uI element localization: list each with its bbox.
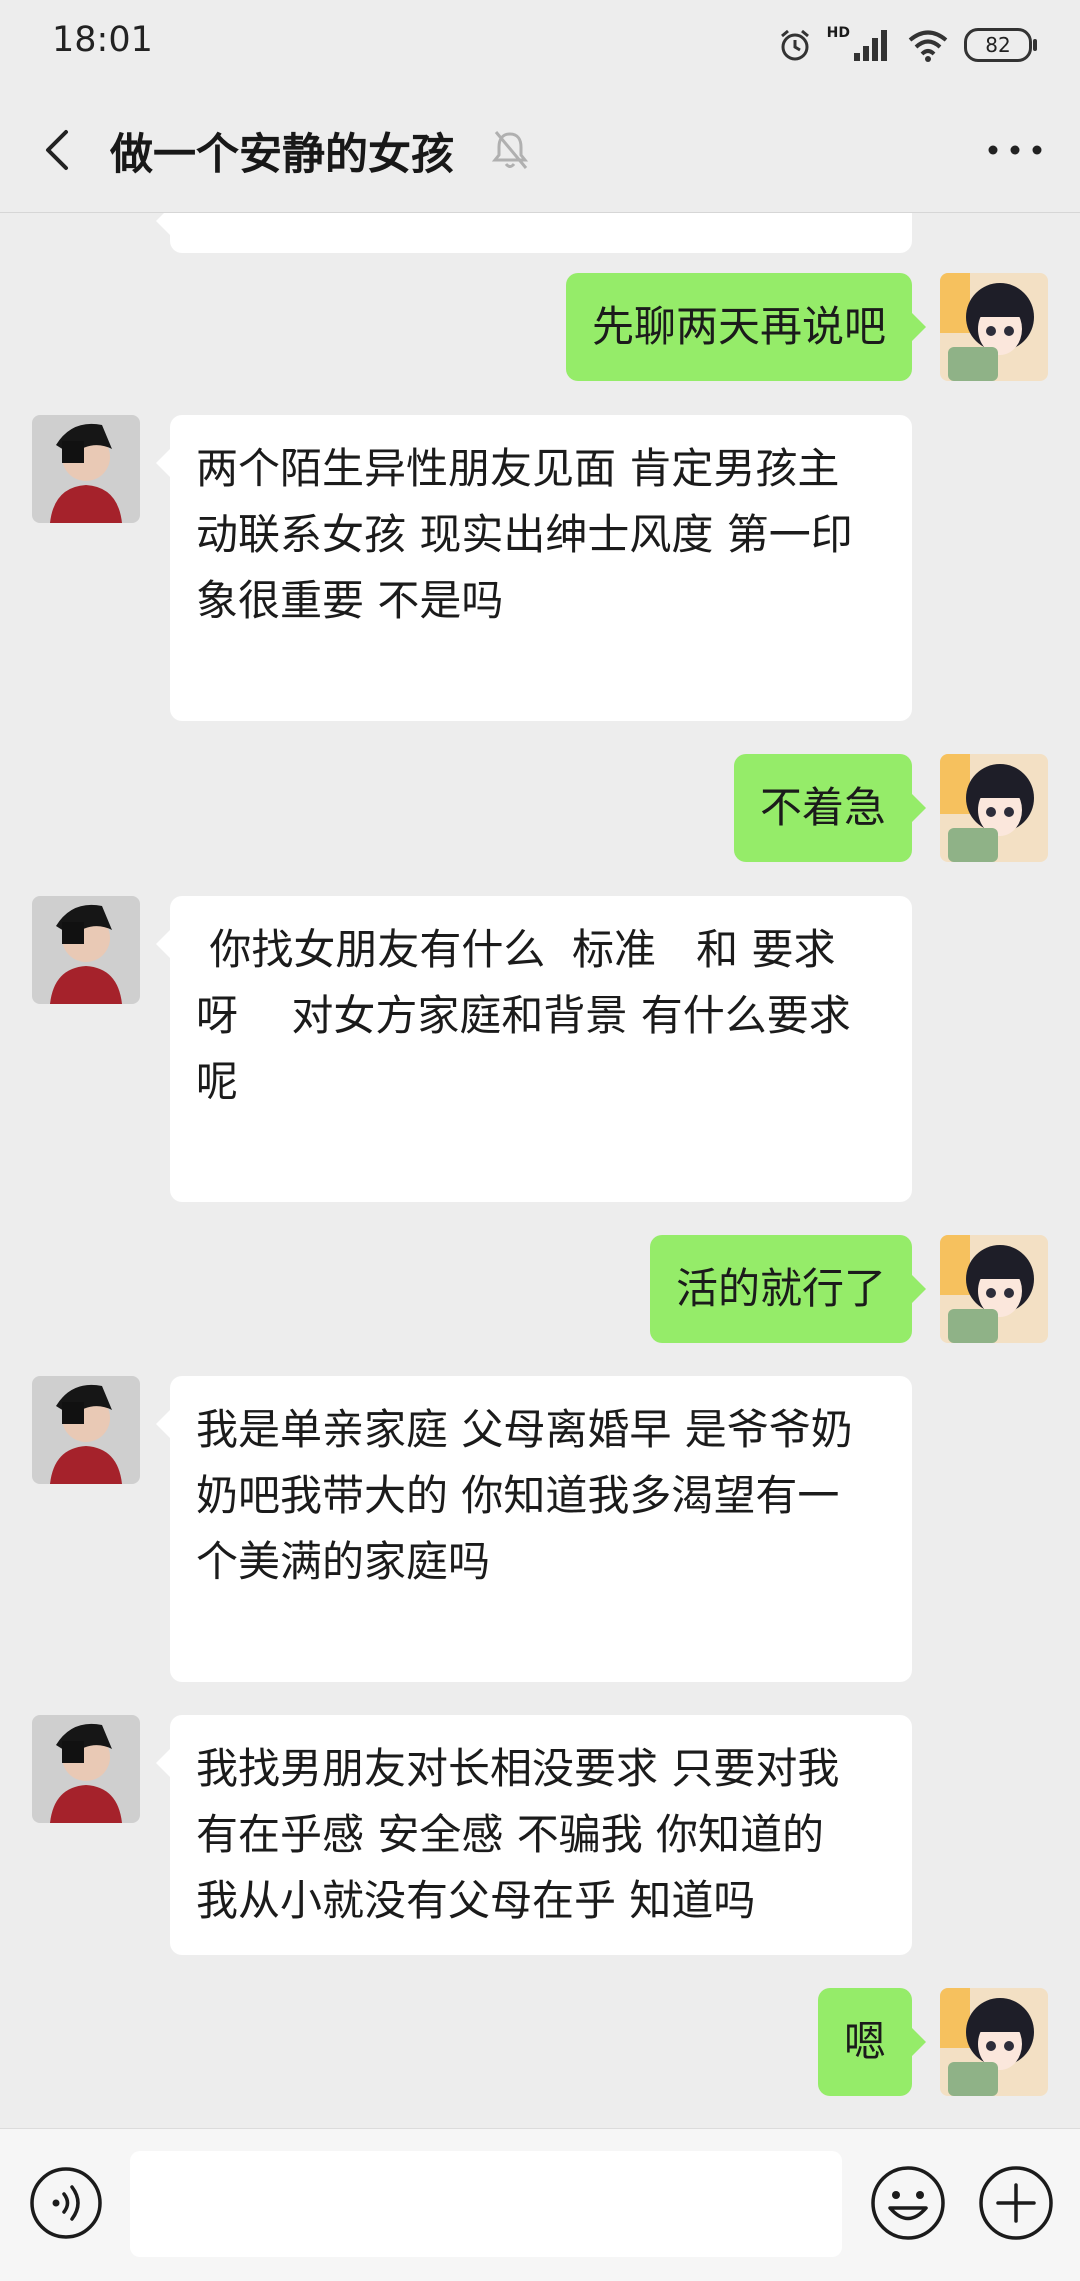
message-bubble-outgoing[interactable]: 活的就行了 bbox=[649, 1235, 927, 1343]
more-options-icon[interactable] bbox=[980, 118, 1050, 182]
message-input[interactable] bbox=[130, 2151, 842, 2257]
chat-area[interactable]: 先聊两天再说吧 两个陌生异性朋友见面 肯定男孩主 动联系女孩 现实出绅士风度 第… bbox=[0, 213, 1080, 2128]
message-bubble-incoming[interactable]: 你找女朋友有什么 标准 和 要求 呀 对女方家庭和背景 有什么要求 呢 bbox=[156, 896, 912, 1202]
message-text: 不着急 bbox=[759, 783, 886, 832]
my-avatar[interactable] bbox=[940, 1988, 1048, 2096]
chat-title: 做一个安静的女孩 bbox=[110, 130, 454, 180]
status-icons: HD 82 bbox=[777, 20, 1037, 70]
message-line: 奶吧我带大的 你知道我多渴望有一 bbox=[196, 1471, 840, 1520]
my-avatar[interactable] bbox=[940, 273, 1048, 381]
my-avatar[interactable] bbox=[940, 1235, 1048, 1343]
voice-input-icon[interactable] bbox=[28, 2165, 104, 2241]
message-line: 个美满的家庭吗 bbox=[196, 1537, 491, 1586]
message-bubble-outgoing[interactable]: 不着急 bbox=[733, 754, 927, 862]
message-text: 活的就行了 bbox=[675, 1264, 886, 1313]
signal-icon bbox=[854, 30, 887, 61]
wifi-icon bbox=[908, 30, 948, 62]
status-time: 18:01 bbox=[52, 20, 153, 60]
message-text: 先聊两天再说吧 bbox=[591, 302, 886, 351]
battery-indicator: 82 bbox=[964, 28, 1037, 62]
message-line: 动联系女孩 现实出绅士风度 第一印 bbox=[196, 510, 853, 559]
message-bubble-outgoing[interactable]: 嗯 bbox=[817, 1988, 927, 2096]
back-arrow-icon[interactable] bbox=[30, 118, 90, 182]
mute-bell-icon bbox=[491, 131, 529, 169]
message-bubble-incoming[interactable]: 两个陌生异性朋友见面 肯定男孩主 动联系女孩 现实出绅士风度 第一印 象很重要 … bbox=[156, 415, 912, 721]
contact-avatar[interactable] bbox=[32, 896, 140, 1004]
contact-avatar[interactable] bbox=[32, 1376, 140, 1484]
message-line: 有在乎感 安全感 不骗我 你知道的 bbox=[196, 1810, 825, 1859]
message-line: 呢 bbox=[196, 1057, 239, 1106]
message-line: 我从小就没有父母在乎 知道吗 bbox=[196, 1876, 756, 1925]
message-line: 你找女朋友有什么 标准 和 要求 bbox=[196, 925, 836, 974]
message-line: 呀 对女方家庭和背景 有什么要求 bbox=[196, 991, 851, 1040]
contact-avatar[interactable] bbox=[32, 1715, 140, 1823]
message-bubble-outgoing[interactable]: 先聊两天再说吧 bbox=[565, 273, 927, 381]
chat-header: 做一个安静的女孩 bbox=[0, 90, 1080, 213]
message-line: 我是单亲家庭 父母离婚早 是爷爷奶 bbox=[196, 1405, 853, 1454]
status-bar: 18:01 HD 82 bbox=[0, 0, 1080, 90]
message-bubble-incoming[interactable]: 我是单亲家庭 父母离婚早 是爷爷奶 奶吧我带大的 你知道我多渴望有一 个美满的家… bbox=[156, 1376, 912, 1682]
add-more-icon[interactable] bbox=[976, 2163, 1056, 2243]
previous-message-bubble bbox=[156, 213, 912, 253]
network-type: HD bbox=[826, 25, 850, 41]
message-line: 两个陌生异性朋友见面 肯定男孩主 bbox=[196, 444, 840, 493]
emoji-icon[interactable] bbox=[868, 2163, 948, 2243]
contact-avatar[interactable] bbox=[32, 415, 140, 523]
my-avatar[interactable] bbox=[940, 754, 1048, 862]
message-text: 嗯 bbox=[843, 2017, 886, 2066]
message-bubble-incoming[interactable]: 我找男朋友对长相没要求 只要对我 有在乎感 安全感 不骗我 你知道的 我从小就没… bbox=[156, 1715, 912, 1955]
input-bar bbox=[0, 2128, 1080, 2281]
message-line: 象很重要 不是吗 bbox=[196, 576, 504, 625]
alarm-icon bbox=[780, 29, 809, 61]
message-line: 我找男朋友对长相没要求 只要对我 bbox=[196, 1744, 840, 1793]
